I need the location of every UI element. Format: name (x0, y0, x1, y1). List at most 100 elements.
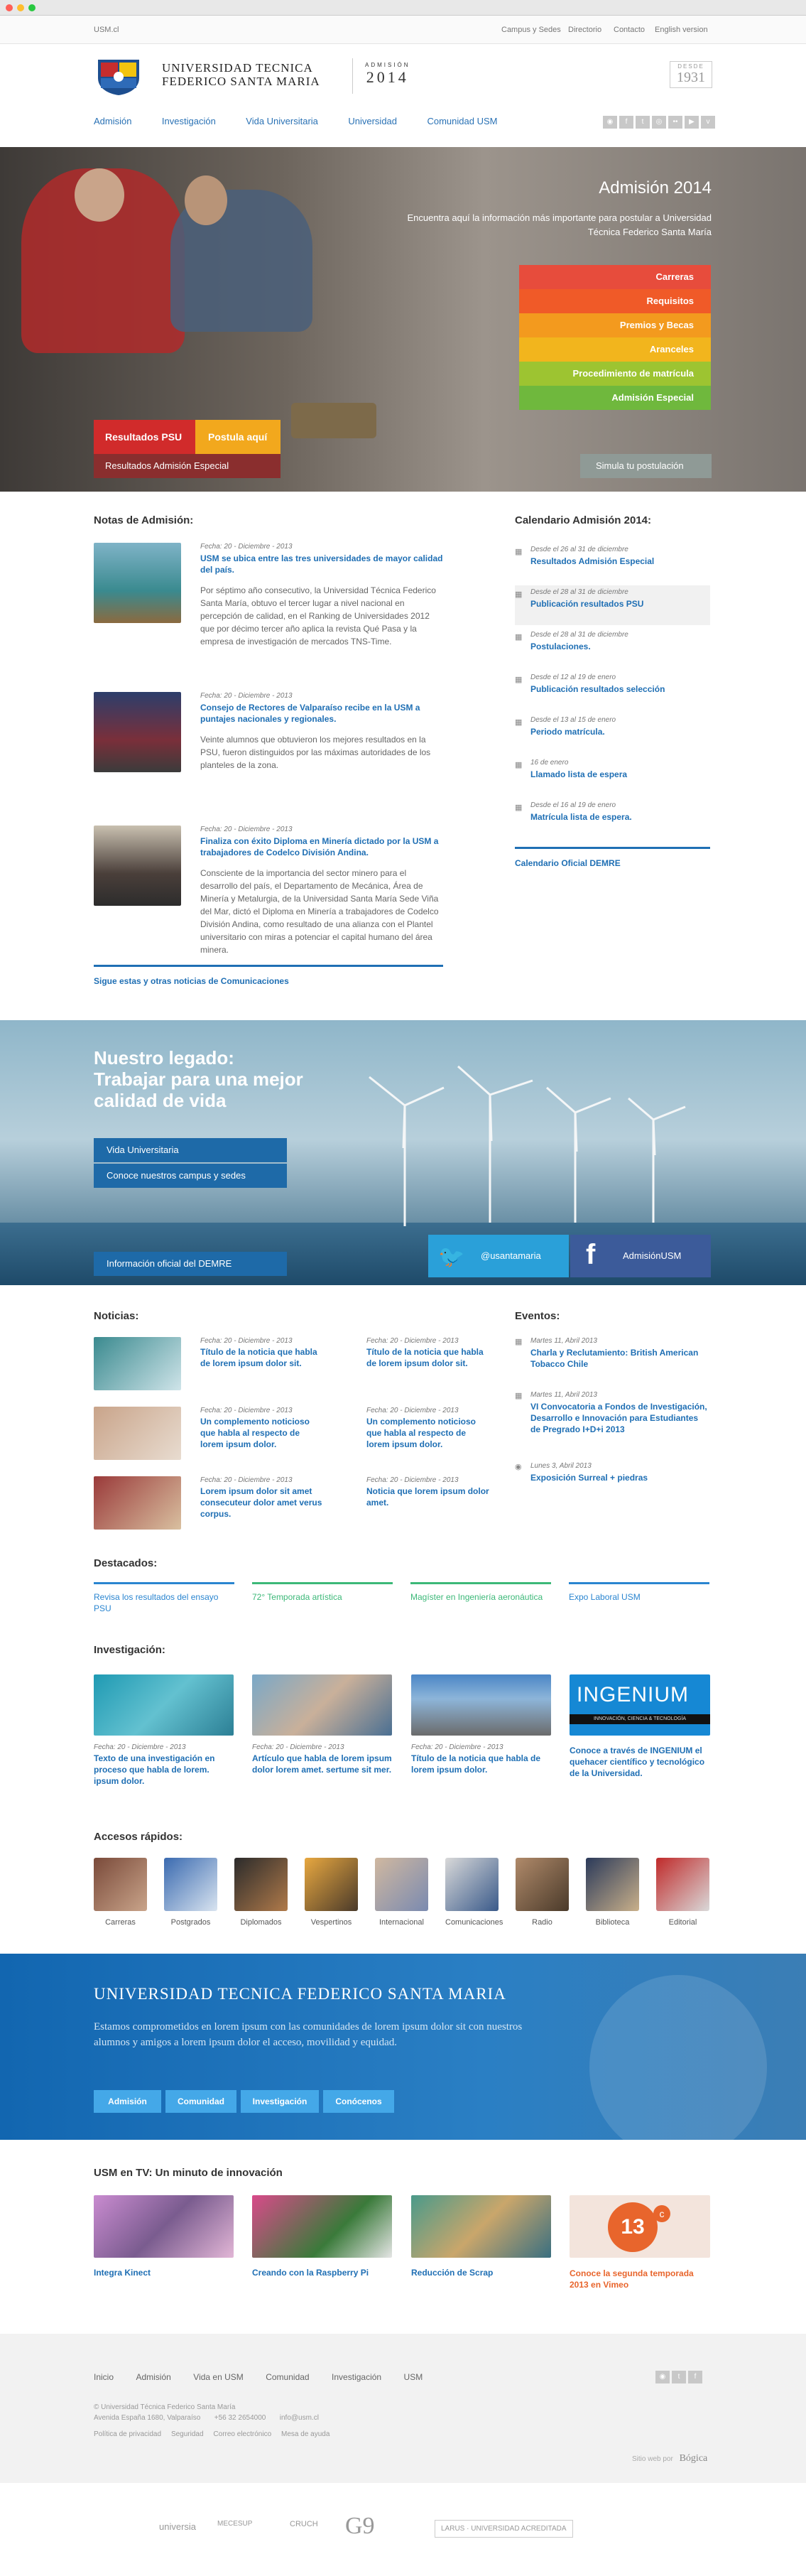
acceso-item-postgrados[interactable]: Postgrados (164, 1858, 217, 1927)
acceso-item-biblioteca[interactable]: Biblioteca (586, 1858, 639, 1927)
postula-aqui-button[interactable]: Postula aquí (195, 420, 281, 454)
site-link[interactable]: USM.cl (94, 26, 119, 34)
noticia-title[interactable]: Un complemento noticioso que habla al re… (200, 1416, 325, 1450)
simula-postulacion-button[interactable]: Simula tu postulación (580, 454, 712, 478)
ingenium-thumbnail[interactable]: INGENIUM INNOVACIÓN, CIENCIA & TECNOLOGÍ… (570, 1674, 710, 1736)
twitter-icon[interactable]: t (672, 2371, 686, 2383)
acceso-item-radio[interactable]: Radio (516, 1858, 569, 1927)
investigacion-thumbnail[interactable] (252, 1674, 392, 1736)
hero-menu-item[interactable]: Premios y Becas (519, 313, 711, 337)
noticia-thumbnail[interactable] (94, 1337, 181, 1390)
tv-item-title[interactable]: Creando con la Raspberry Pi (252, 2268, 392, 2278)
footer-link-admision[interactable]: Admisión (136, 2372, 170, 2382)
tv-item-title[interactable]: Conoce la segunda temporada 2013 en Vime… (570, 2268, 710, 2290)
minimize-window-button[interactable] (17, 4, 24, 11)
calendario-item[interactable]: ▦ Desde el 13 al 15 de enero Periodo matrí… (515, 713, 710, 753)
banner-conocenos-button[interactable]: Conócenos (323, 2090, 394, 2113)
nota-thumbnail[interactable] (94, 692, 181, 772)
noticia-thumbnail[interactable] (94, 1476, 181, 1530)
youtube-icon[interactable]: ▶ (685, 116, 699, 129)
conoce-campus-button[interactable]: Conoce nuestros campus y sedes (94, 1164, 287, 1188)
footer-link-inicio[interactable]: Inicio (94, 2372, 114, 2382)
hero-menu-item[interactable]: Requisitos (519, 289, 711, 313)
footer-link-vida[interactable]: Vida en USM (193, 2372, 243, 2382)
footer-legal-links[interactable]: Política de privacidad Seguridad Correo … (94, 2430, 330, 2438)
demre-info-button[interactable]: Información oficial del DEMRE (94, 1252, 287, 1276)
topbar-link-campus[interactable]: Campus y Sedes (501, 26, 561, 34)
tv-badge-thumbnail[interactable]: 13 c (570, 2195, 710, 2258)
banner-investigacion-button[interactable]: Investigación (241, 2090, 319, 2113)
facebook-icon[interactable]: f (619, 116, 633, 129)
noticia-title[interactable]: Un complemento noticioso que habla al re… (366, 1416, 491, 1450)
nota-title[interactable]: Finaliza con éxito Diploma en Minería di… (200, 835, 443, 858)
nota-thumbnail[interactable] (94, 543, 181, 623)
tv-item-title[interactable]: Reducción de Scrap (411, 2268, 551, 2278)
twitter-icon[interactable]: t (636, 116, 650, 129)
acceso-item-editorial[interactable]: Editorial (656, 1858, 709, 1927)
twitter-box[interactable]: 🐦 @usantamaria (428, 1235, 569, 1277)
acceso-item-diplomados[interactable]: Diplomados (234, 1858, 288, 1927)
noticia-title[interactable]: Título de la noticia que habla de lorem … (200, 1346, 325, 1369)
calendario-item[interactable]: ▦ Desde el 12 al 19 de enero Publicación r… (515, 671, 710, 710)
nota-thumbnail[interactable] (94, 826, 181, 906)
mecesup-logo[interactable]: MECESUP (217, 2520, 252, 2528)
destacado-link[interactable]: Expo Laboral USM (569, 1591, 709, 1603)
footer-link-investigacion[interactable]: Investigación (332, 2372, 381, 2382)
banner-comunidad-button[interactable]: Comunidad (165, 2090, 236, 2113)
hero-menu-item[interactable]: Procedimiento de matrícula (519, 362, 711, 386)
topbar-link-directorio[interactable]: Directorio (568, 26, 601, 34)
noticia-thumbnail[interactable] (94, 1407, 181, 1460)
calendario-item[interactable]: ▦ Desde el 28 al 31 de diciembre Postulaci… (515, 628, 710, 668)
investigacion-title[interactable]: Título de la noticia que habla de lorem … (411, 1753, 552, 1775)
acreditada-logo[interactable]: LARUS · UNIVERSIDAD ACREDITADA (435, 2520, 573, 2538)
topbar-link-contacto[interactable]: Contacto (614, 26, 645, 34)
noticia-title[interactable]: Noticia que lorem ipsum dolor amet. (366, 1485, 491, 1508)
universia-logo[interactable]: universia (159, 2521, 196, 2532)
nav-item-investigacion[interactable]: Investigación (162, 116, 216, 126)
calendario-item[interactable]: ▦ Desde el 26 al 31 de diciembre Resultado… (515, 543, 710, 583)
resultados-psu-button[interactable]: Resultados PSU (94, 420, 195, 454)
credit-brand[interactable]: Bógica (680, 2453, 708, 2464)
tv-item-title[interactable]: Integra Kinect (94, 2268, 234, 2278)
tv-thumbnail[interactable] (94, 2195, 234, 2258)
topbar-link-english[interactable]: English version (655, 26, 708, 34)
rss-icon[interactable]: ◉ (603, 116, 617, 129)
acceso-item-vespertinos[interactable]: Vespertinos (305, 1858, 358, 1927)
nota-title[interactable]: Consejo de Rectores de Valparaíso recibe… (200, 702, 443, 725)
maximize-window-button[interactable] (28, 4, 36, 11)
nav-item-vida-universitaria[interactable]: Vida Universitaria (246, 116, 318, 126)
calendario-more-link[interactable]: Calendario Oficial DEMRE (515, 858, 621, 868)
tv-thumbnail[interactable] (252, 2195, 392, 2258)
nota-title[interactable]: USM se ubica entre las tres universidade… (200, 553, 443, 575)
university-logo[interactable] (94, 57, 143, 97)
nav-item-universidad[interactable]: Universidad (348, 116, 397, 126)
facebook-icon[interactable]: f (688, 2371, 702, 2383)
acceso-item-carreras[interactable]: Carreras (94, 1858, 147, 1927)
calendario-item[interactable]: ▦ Desde el 28 al 31 de diciembre Publicaci… (515, 585, 710, 625)
noticia-title[interactable]: Título de la noticia que habla de lorem … (366, 1346, 491, 1369)
hero-menu-item[interactable]: Carreras (519, 265, 711, 289)
hero-menu-item[interactable]: Aranceles (519, 337, 711, 362)
investigacion-thumbnail[interactable] (94, 1674, 234, 1736)
footer-link-usm[interactable]: USM (404, 2372, 423, 2382)
close-window-button[interactable] (6, 4, 13, 11)
investigacion-title[interactable]: Texto de una investigación en proceso qu… (94, 1753, 234, 1787)
noticia-title[interactable]: Lorem ipsum dolor sit amet consecuteur d… (200, 1485, 325, 1520)
flickr-icon[interactable]: •• (668, 116, 682, 129)
instagram-icon[interactable]: ◎ (652, 116, 666, 129)
investigacion-title[interactable]: Artículo que habla de lorem ipsum dolor … (252, 1753, 393, 1775)
g9-logo[interactable]: G9 (345, 2513, 375, 2540)
vimeo-icon[interactable]: v (701, 116, 715, 129)
tv-thumbnail[interactable] (411, 2195, 551, 2258)
acceso-item-internacional[interactable]: Internacional (375, 1858, 428, 1927)
cruch-logo[interactable]: CRUCH (290, 2520, 318, 2528)
destacado-link[interactable]: Revisa los resultados del ensayo PSU (94, 1591, 234, 1614)
investigacion-title[interactable]: Conoce a través de INGENIUM el quehacer … (570, 1745, 710, 1779)
facebook-box[interactable]: f AdmisiónUSM (570, 1235, 711, 1277)
vida-universitaria-button[interactable]: Vida Universitaria (94, 1138, 287, 1162)
calendario-item[interactable]: ▦ Desde el 16 al 19 de enero Matrícula lis… (515, 799, 710, 838)
investigacion-thumbnail[interactable] (411, 1674, 551, 1736)
calendario-item[interactable]: ▦ 16 de enero Llamado lista de espera (515, 756, 710, 796)
hero-menu-item[interactable]: Admisión Especial (519, 386, 711, 410)
footer-link-comunidad[interactable]: Comunidad (266, 2372, 309, 2382)
